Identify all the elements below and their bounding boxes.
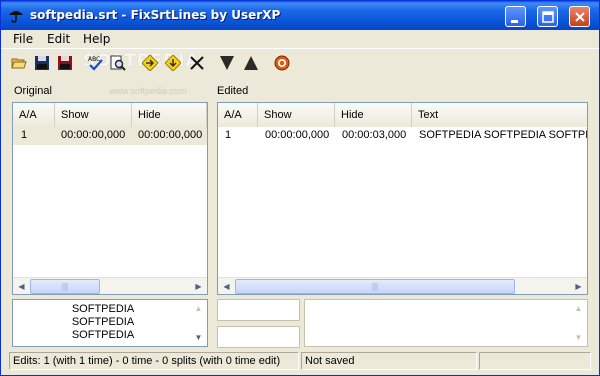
show-time-field[interactable] <box>217 299 300 321</box>
cell-aa: 1 <box>225 129 232 141</box>
memo-line: SOFTPEDIA <box>71 303 135 315</box>
menu-edit[interactable]: Edit <box>47 32 70 46</box>
col-aa[interactable]: A/A <box>13 103 55 127</box>
scroll-thumb[interactable]: ||| <box>235 279 515 294</box>
vertical-scrollbar[interactable]: ▲ ▼ <box>190 300 207 346</box>
status-saved: Not saved <box>301 352 477 370</box>
cell-text: SOFTPEDIA SOFTPEDIA SOFTPEDIA <box>419 129 587 141</box>
about-icon[interactable] <box>272 53 292 73</box>
col-aa[interactable]: A/A <box>218 103 258 127</box>
move-next-icon[interactable] <box>140 53 160 73</box>
table-row[interactable]: 1 00:00:00,000 00:00:00,000 <box>13 127 207 145</box>
save-as-icon[interactable] <box>55 53 75 73</box>
spell-check-icon[interactable]: ABC <box>86 53 106 73</box>
cell-hide: 00:00:00,000 <box>138 129 203 141</box>
close-button[interactable] <box>569 6 590 27</box>
move-down-icon[interactable] <box>163 53 183 73</box>
cell-show: 00:00:00,000 <box>265 129 330 141</box>
umbrella-icon <box>8 7 24 23</box>
open-folder-icon[interactable] <box>9 53 29 73</box>
table-row[interactable]: 1 00:00:00,000 00:00:03,000 SOFTPEDIA SO… <box>218 127 587 145</box>
edited-text-memo[interactable]: ▲ ▼ <box>304 299 588 347</box>
col-hide[interactable]: Hide <box>132 103 207 127</box>
watermark-url: www.softpedia.com <box>109 86 187 96</box>
horizontal-scrollbar[interactable]: ◀ ||| ▶ <box>13 277 207 294</box>
title-bar[interactable]: softpedia.srt - FixSrtLines by UserXP <box>1 1 599 30</box>
original-label: Original <box>14 85 52 97</box>
scroll-left-icon[interactable]: ◀ <box>218 278 235 294</box>
status-extra <box>479 352 591 370</box>
delete-icon[interactable] <box>187 53 207 73</box>
toolbar: SOFTPEDIA www.softpedia.com ABC <box>1 48 599 96</box>
status-edits: Edits: 1 (with 1 time) - 0 time - 0 spli… <box>9 352 299 370</box>
horizontal-scrollbar[interactable]: ◀ ||| ▶ <box>218 277 587 294</box>
edited-list[interactable]: A/A Show Hide Text 1 00:00:00,000 00:00:… <box>217 102 588 295</box>
original-list[interactable]: A/A Show Hide 1 00:00:00,000 00:00:00,00… <box>12 102 208 295</box>
memo-line: SOFTPEDIA <box>71 329 135 341</box>
menu-file[interactable]: File <box>13 32 33 46</box>
cell-show: 00:00:00,000 <box>61 129 126 141</box>
memo-line: SOFTPEDIA <box>71 316 135 328</box>
scroll-right-icon[interactable]: ▶ <box>570 278 587 294</box>
svg-text:ABC: ABC <box>88 56 100 63</box>
scroll-up-icon[interactable]: ▲ <box>190 300 207 317</box>
scroll-up-icon[interactable]: ▲ <box>570 300 587 317</box>
window-title: softpedia.srt - FixSrtLines by UserXP <box>30 8 281 22</box>
cell-aa: 1 <box>21 129 28 141</box>
vertical-scrollbar[interactable]: ▲ ▼ <box>570 300 587 346</box>
col-show[interactable]: Show <box>258 103 335 127</box>
merge-down-icon[interactable] <box>217 53 237 73</box>
print-preview-icon[interactable] <box>108 53 128 73</box>
status-bar: Edits: 1 (with 1 time) - 0 time - 0 spli… <box>1 351 599 375</box>
split-up-icon[interactable] <box>241 53 261 73</box>
app-window: softpedia.srt - FixSrtLines by UserXP Fi… <box>0 0 600 376</box>
scroll-thumb[interactable]: ||| <box>30 279 100 294</box>
col-hide[interactable]: Hide <box>335 103 412 127</box>
maximize-button[interactable] <box>537 6 558 27</box>
menu-bar: File Edit Help <box>1 30 599 48</box>
col-show[interactable]: Show <box>55 103 132 127</box>
minimize-button[interactable] <box>505 6 526 27</box>
menu-help[interactable]: Help <box>83 32 110 46</box>
col-text[interactable]: Text <box>412 103 587 127</box>
original-list-header: A/A Show Hide <box>13 103 207 127</box>
edited-label: Edited <box>217 85 249 97</box>
cell-hide: 00:00:03,000 <box>342 129 407 141</box>
scroll-down-icon[interactable]: ▼ <box>190 329 207 346</box>
save-icon[interactable] <box>32 53 52 73</box>
scroll-left-icon[interactable]: ◀ <box>13 278 30 294</box>
edited-list-header: A/A Show Hide Text <box>218 103 587 127</box>
scroll-down-icon[interactable]: ▼ <box>570 329 587 346</box>
hide-time-field[interactable] <box>217 326 300 348</box>
scroll-right-icon[interactable]: ▶ <box>190 278 207 294</box>
original-text-memo[interactable]: SOFTPEDIA SOFTPEDIA SOFTPEDIA ▲ ▼ <box>12 299 208 347</box>
